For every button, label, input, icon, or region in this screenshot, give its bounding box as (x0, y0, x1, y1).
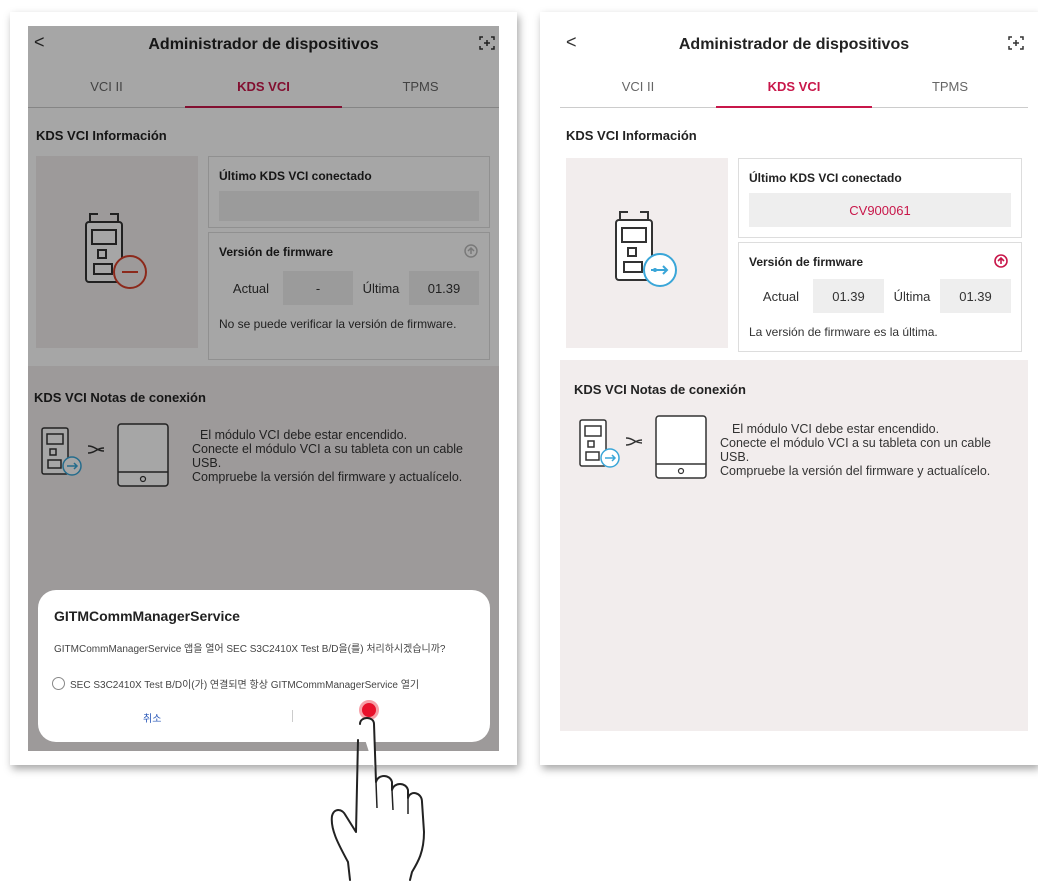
usb-connection-diagram (579, 415, 707, 479)
latest-version: 01.39 (940, 279, 1011, 313)
firmware-status-note: La versión de firmware es la última. (749, 325, 938, 339)
firmware-label: Versión de firmware (749, 255, 864, 269)
page-title: Administrador de dispositivos (678, 36, 910, 53)
current-label: Actual (762, 288, 800, 304)
back-button[interactable]: < (566, 32, 577, 53)
always-open-option[interactable]: SEC S3C2410X Test B/D이(가) 연결되면 항상 GITMCo… (52, 676, 419, 691)
firmware-box: Versión de firmware Actual 01.39 Última … (738, 242, 1022, 352)
always-open-label: SEC S3C2410X Test B/D이(가) 연결되면 항상 GITMCo… (70, 680, 420, 691)
dialog-title: GITMCommManagerService (54, 608, 240, 624)
firmware-version-row: Actual 01.39 Última 01.39 (749, 279, 1011, 313)
left-screen-panel: < Administrador de dispositivos VCI II K… (10, 12, 517, 765)
always-open-radio[interactable] (52, 677, 65, 690)
notes-text: El módulo VCI debe estar encendido. Cone… (720, 422, 1010, 478)
last-connected-value: CV900061 (749, 193, 1011, 227)
app-header: < Administrador de dispositivos (560, 26, 1028, 64)
tab-kds-vci[interactable]: KDS VCI (716, 66, 872, 108)
tab-tpms[interactable]: TPMS (872, 66, 1028, 107)
fullscreen-icon[interactable] (1008, 36, 1024, 50)
notes-title: KDS VCI Notas de conexión (574, 382, 746, 397)
device-tabs: VCI II KDS VCI TPMS (560, 66, 1028, 108)
current-version: 01.39 (813, 279, 884, 313)
note-line-3: Compruebe la versión del firmware y actu… (720, 464, 991, 478)
pointing-hand-icon (330, 717, 425, 881)
last-connected-box: Último KDS VCI conectado CV900061 (738, 158, 1022, 238)
note-line-1: El módulo VCI debe estar encendido. (732, 422, 940, 436)
device-manager-screen-connected: < Administrador de dispositivos VCI II K… (560, 26, 1028, 751)
vci-connected-icon (615, 211, 677, 287)
device-image (566, 158, 728, 348)
last-connected-label: Último KDS VCI conectado (749, 171, 902, 185)
refresh-firmware-icon[interactable] (993, 253, 1009, 269)
dialog-message: GITMCommManagerService 앱을 열어 SEC S3C2410… (54, 644, 446, 655)
dialog-button-divider (292, 710, 293, 722)
right-screen-panel: < Administrador de dispositivos VCI II K… (540, 12, 1038, 765)
tab-vci-ii[interactable]: VCI II (560, 66, 716, 107)
cancel-button[interactable]: 취소 (143, 710, 161, 725)
info-section-title: KDS VCI Información (566, 128, 697, 143)
connection-notes: KDS VCI Notas de conexión El módulo VCI … (560, 360, 1028, 731)
latest-label: Última (893, 288, 931, 304)
note-line-2: Conecte el módulo VCI a su tableta con u… (720, 436, 992, 464)
